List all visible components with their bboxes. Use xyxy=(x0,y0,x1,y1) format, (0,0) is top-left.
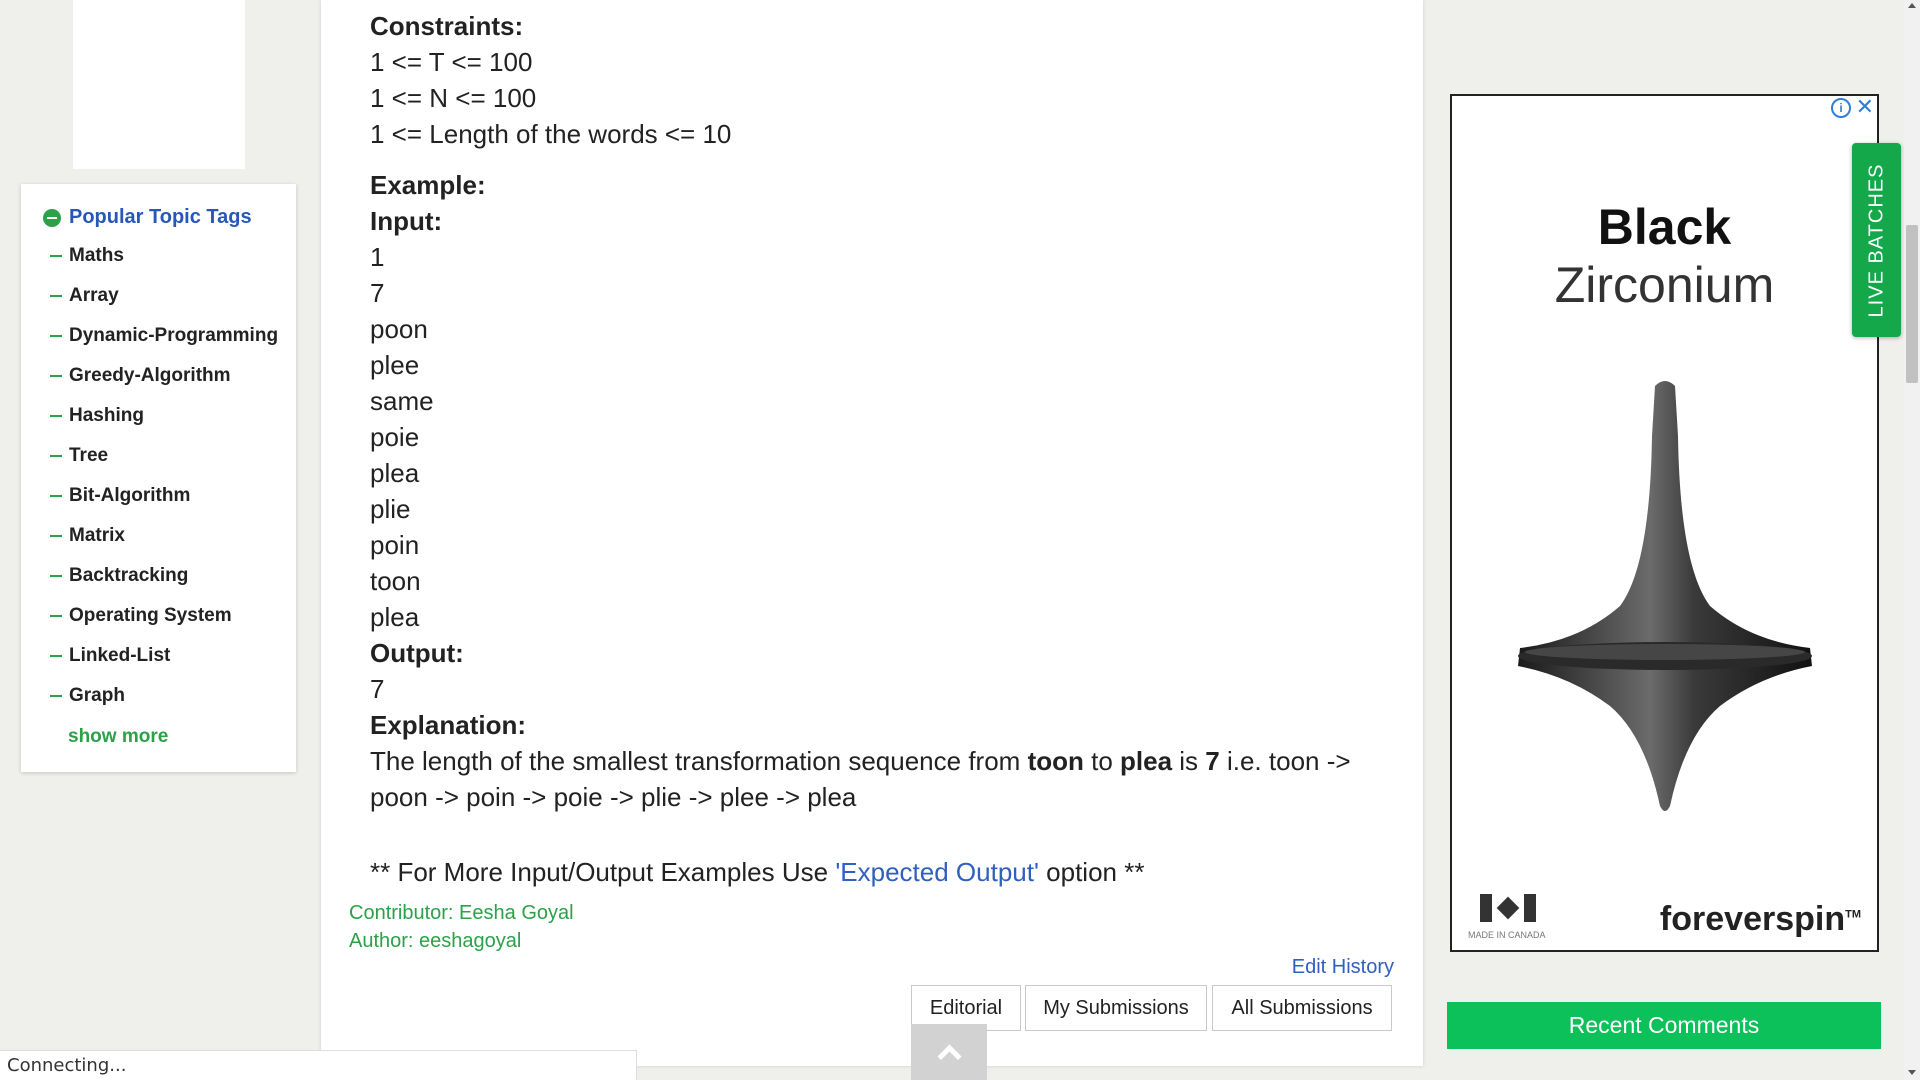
constraint-line: 1 <= N <= 100 xyxy=(370,83,537,113)
collapse-icon xyxy=(43,208,61,227)
input-line: plie xyxy=(370,494,411,524)
input-line: 1 xyxy=(370,242,385,272)
ad-brand-logo: foreverspinTM xyxy=(1659,900,1861,938)
scrollbar-thumb[interactable] xyxy=(1906,225,1918,383)
problem-content: Constraints: 1 <= T <= 100 1 <= N <= 100… xyxy=(321,0,1423,1066)
explanation-heading: Explanation: xyxy=(370,710,527,740)
popular-topic-tags-card: Popular Topic Tags Maths Array Dynamic-P… xyxy=(21,184,296,772)
expected-output-link[interactable]: 'Expected Output' xyxy=(835,857,1039,887)
ad-close-icon[interactable]: ✕ xyxy=(1856,96,1874,118)
constraint-line: 1 <= T <= 100 xyxy=(370,47,533,77)
input-heading: Input: xyxy=(370,206,443,236)
show-more-link[interactable]: show more xyxy=(68,726,168,748)
input-line: poie xyxy=(370,422,420,452)
input-line: same xyxy=(370,386,434,416)
example-heading: Example: xyxy=(370,170,486,200)
live-batches-tab[interactable]: LIVE BATCHES xyxy=(1852,143,1901,337)
input-line: plea xyxy=(370,602,420,632)
status-bar: Connecting... xyxy=(0,1050,637,1080)
input-line: 7 xyxy=(370,278,385,308)
contributor: Contributor: Eesha Goyal xyxy=(349,902,574,924)
sidebar-tag-hashing[interactable]: Hashing xyxy=(50,405,144,427)
ad-title: Black xyxy=(1597,199,1732,255)
scroll-to-top-button[interactable] xyxy=(911,1024,987,1080)
author: Author: eeshagoyal xyxy=(349,930,522,952)
canada-flag-icon xyxy=(1480,894,1536,922)
sidebar-tag-linked-list[interactable]: Linked-List xyxy=(50,645,170,667)
scroll-up-arrow-icon[interactable] xyxy=(1908,3,1916,8)
input-line: poon xyxy=(370,314,428,344)
sidebar-tag-dynamic-programming[interactable]: Dynamic-Programming xyxy=(50,325,278,347)
sidebar-tag-matrix[interactable]: Matrix xyxy=(50,525,125,547)
chevron-up-icon xyxy=(936,1043,962,1069)
sidebar-tag-tree[interactable]: Tree xyxy=(50,445,108,467)
advertisement[interactable]: i ✕ Black Zirconium MADE IN CANADA forev… xyxy=(1450,94,1879,952)
recent-comments-header[interactable]: Recent Comments xyxy=(1447,1002,1881,1049)
more-examples-note: ** For More Input/Output Examples Use 'E… xyxy=(370,857,1145,887)
explanation-text: The length of the smallest transformatio… xyxy=(370,746,1351,776)
sidebar-tag-backtracking[interactable]: Backtracking xyxy=(50,565,188,587)
ad-subtitle: Zirconium xyxy=(1554,257,1775,313)
topic-tags-header: Popular Topic Tags xyxy=(69,206,252,228)
input-line: poin xyxy=(370,530,420,560)
edit-history-link[interactable]: Edit History xyxy=(1292,956,1394,979)
sidebar-tag-graph[interactable]: Graph xyxy=(50,685,125,707)
constraints-heading: Constraints: xyxy=(370,11,524,41)
input-line: plee xyxy=(370,350,420,380)
ad-info-icon[interactable]: i xyxy=(1831,98,1851,118)
sidebar-tag-greedy-algorithm[interactable]: Greedy-Algorithm xyxy=(50,365,231,387)
scroll-down-arrow-icon[interactable] xyxy=(1908,1070,1916,1075)
sidebar-tag-operating-system[interactable]: Operating System xyxy=(50,605,232,627)
output-heading: Output: xyxy=(370,638,464,668)
constraint-line: 1 <= Length of the words <= 10 xyxy=(370,119,732,149)
thumbnail-placeholder xyxy=(73,0,245,169)
input-line: toon xyxy=(370,566,421,596)
my-submissions-button[interactable]: My Submissions xyxy=(1025,985,1207,1031)
sidebar-tag-array[interactable]: Array xyxy=(50,285,119,307)
explanation-text-line2: poon -> poin -> poie -> plie -> plee -> … xyxy=(370,782,857,812)
made-in-canada: MADE IN CANADA xyxy=(1468,930,1546,940)
page-scrollbar[interactable] xyxy=(1904,0,1920,1080)
sidebar-tag-bit-algorithm[interactable]: Bit-Algorithm xyxy=(50,485,190,507)
topic-tags-toggle[interactable]: Popular Topic Tags xyxy=(43,206,252,229)
all-submissions-button[interactable]: All Submissions xyxy=(1212,985,1392,1031)
output-line: 7 xyxy=(370,674,385,704)
input-line: plea xyxy=(370,458,420,488)
spinning-top-image xyxy=(1518,381,1812,811)
sidebar-tag-maths[interactable]: Maths xyxy=(50,245,124,267)
